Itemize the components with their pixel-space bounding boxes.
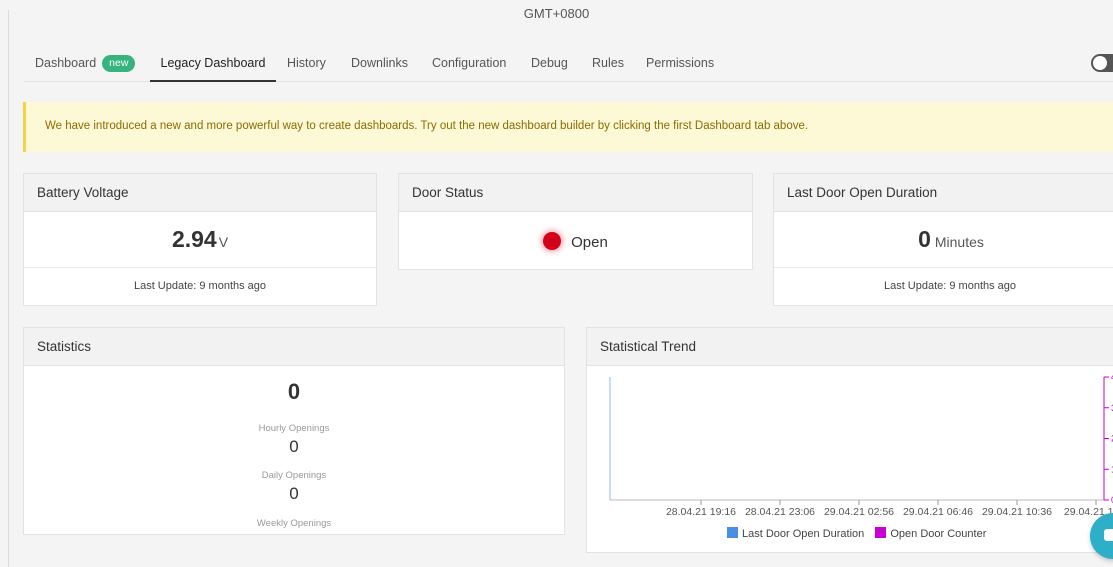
tab-bar: Dashboard new Legacy Dashboard History D… [24,48,1113,82]
battery-voltage-value: 2.94 V [24,226,376,253]
door-status-value: Open [399,232,752,251]
tab-debug-label: Debug [531,56,568,70]
tab-downlinks[interactable]: Downlinks [351,48,408,82]
trend-chart: 28.04.21 19:16 28.04.21 23:06 29.04.21 02:… [609,372,1113,518]
battery-last-update: Last Update: 9 months ago [24,267,376,305]
last-door-open-duration-unit: Minutes [934,234,984,250]
weekly-openings-value: 0 [24,484,564,504]
battery-voltage-card: Battery Voltage 2.94 V Last Update: 9 mon… [23,173,377,306]
x-axis-ticks: 28.04.21 19:16 28.04.21 23:06 29.04.21 02:… [666,500,1113,518]
tab-rules[interactable]: Rules [592,48,624,82]
legend-duration-label: Last Door Open Duration [742,528,865,540]
last-door-open-duration-value: 0 Minutes [774,226,1113,253]
tab-dashboard-label: Dashboard [35,56,97,70]
statistical-trend-card: Statistical Trend 28.04.21 19:16 28.04.21… [586,327,1113,553]
battery-voltage-unit: V [218,234,229,250]
last-door-open-duration-title: Last Door Open Duration [774,174,1113,212]
weekly-openings-label: Weekly Openings [24,513,564,531]
statistics-card: Statistics 0 Hourly Openings 0 Daily Ope… [23,327,565,535]
door-status-text: Open [571,234,608,251]
right-axis-ticks: 43210 [1104,372,1113,505]
tab-dashboard[interactable]: Dashboard new [35,48,136,82]
x-axis-tick-label: 29.04.21 02:56 [824,506,894,518]
tab-legacy-dashboard-label: Legacy Dashboard [160,56,266,70]
tab-debug[interactable]: Debug [531,48,568,82]
door-status-title: Door Status [399,174,752,212]
new-badge: new [102,55,136,72]
tab-history-label: History [287,56,326,70]
weekly-openings-number: 0 [289,484,299,503]
battery-voltage-title: Battery Voltage [24,174,376,212]
legend-swatch-counter [875,527,887,538]
new-dashboard-notice: We have introduced a new and more powerf… [23,102,1113,152]
daily-openings-label: Daily Openings [24,465,564,483]
battery-voltage-number: 2.94 [171,226,217,252]
hourly-openings-label: Hourly Openings [24,418,564,436]
left-divider [8,10,9,567]
tab-legacy-dashboard[interactable]: Legacy Dashboard [150,48,276,82]
dashboard-toggle-switch[interactable] [1091,54,1113,72]
tab-configuration[interactable]: Configuration [432,48,506,82]
notice-text: We have introduced a new and more powerf… [45,120,809,132]
timezone-label: GMT+0800 [523,6,590,21]
last-door-open-duration-card: Last Door Open Duration 0 Minutes Last Up… [773,173,1113,306]
x-axis-tick-label: 29.04.21 06:46 [903,506,973,518]
daily-openings-value: 0 [24,437,564,457]
chart-legend: Last Door Open Duration Open Door Counte… [727,527,986,540]
daily-openings-number: 0 [289,437,299,456]
status-led-icon [543,232,562,250]
tab-configuration-label: Configuration [432,56,507,70]
tab-downlinks-label: Downlinks [351,56,408,70]
tab-permissions-label: Permissions [646,56,715,70]
hourly-openings-value: 0 [24,379,564,405]
tab-rules-label: Rules [592,56,624,70]
tab-history[interactable]: History [287,48,326,82]
x-axis-tick-label: 29.04.21 10:36 [982,506,1052,518]
tab-permissions[interactable]: Permissions [646,48,714,82]
legend-swatch-duration [727,527,738,538]
legend-counter-label: Open Door Counter [890,528,987,540]
x-axis-tick-label: 28.04.21 23:06 [745,506,815,518]
last-door-open-last-update: Last Update: 9 months ago [774,267,1113,305]
hourly-openings-label-text: Hourly Openings [258,423,330,434]
daily-openings-label-text: Daily Openings [261,470,327,481]
hourly-openings-number: 0 [287,379,301,404]
statistical-trend-title: Statistical Trend [587,328,1113,366]
door-status-card: Door Status Open [398,173,753,270]
weekly-openings-label-text: Weekly Openings [256,518,332,529]
statistics-title: Statistics [24,328,564,366]
last-door-open-duration-number: 0 [918,226,931,252]
x-axis-tick-label: 28.04.21 19:16 [666,506,736,518]
